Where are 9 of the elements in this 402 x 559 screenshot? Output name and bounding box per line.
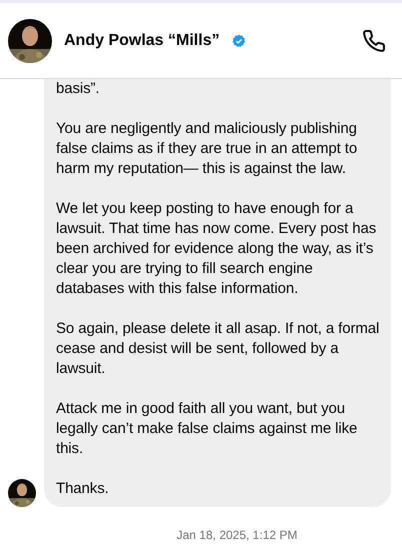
timestamp: Jan 18, 2025, 1:12 PM (176, 528, 298, 542)
message-text: Attack me in good faith all you want, but you legally can’t make false claims against me like this. (56, 399, 358, 459)
phone-icon[interactable] (362, 28, 386, 52)
message-text: We let you keep posting to have enough for a lawsuit. That time has now come. Every post has been archived for evidence along the way, as it’s clear you are trying to fill search engine databases with this false information. (56, 199, 378, 299)
message-text: Thanks. (56, 479, 110, 499)
message-text: You are negligently and maliciously publishing false claims as if they are true in an attempt to harm my reputation— this is against the law. (56, 119, 358, 179)
contact-name: Andy Powlas “Mills” (64, 32, 220, 50)
message-text: So again, please delete it all asap. If not, a formal cease and desist will be sent, followed by a lawsuit. (56, 319, 380, 379)
message-text: basis”. (56, 79, 100, 99)
